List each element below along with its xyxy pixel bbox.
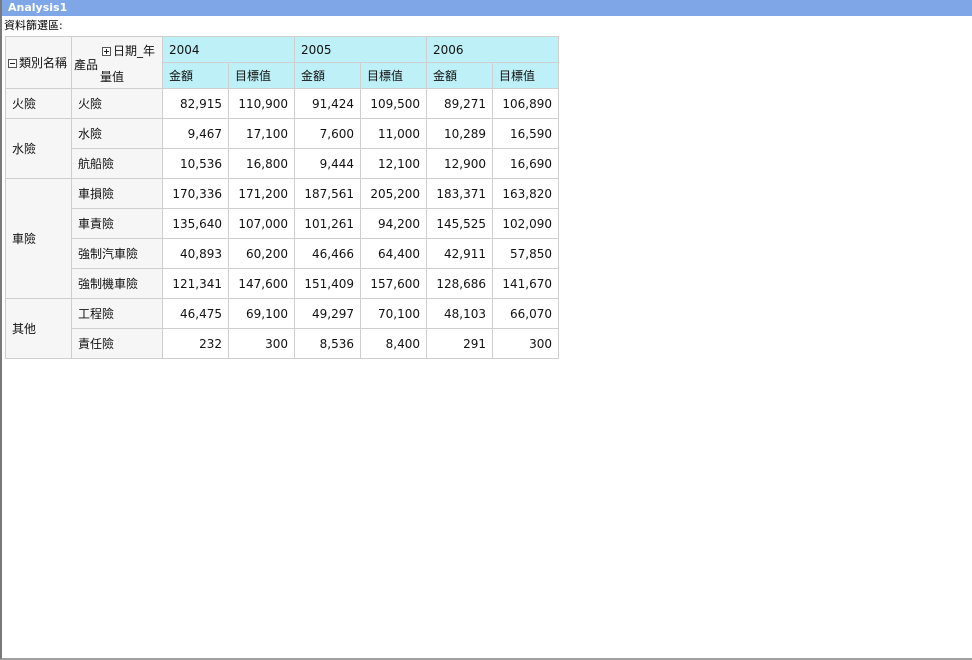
category-cell[interactable]: 水險 xyxy=(5,118,72,179)
value-cell: 101,261 xyxy=(294,208,361,239)
value-cell: 17,100 xyxy=(228,118,295,149)
year-header[interactable]: 2005 xyxy=(294,36,427,63)
value-cell: 40,893 xyxy=(162,238,229,269)
value-cell: 11,000 xyxy=(360,118,427,149)
category-cell[interactable]: 火險 xyxy=(5,88,72,119)
product-cell[interactable]: 工程險 xyxy=(71,298,163,329)
value-cell: 69,100 xyxy=(228,298,295,329)
expand-icon[interactable] xyxy=(102,47,111,56)
table-row: 責任險 232 300 8,536 8,400 291 300 xyxy=(6,328,559,359)
table-row: 強制機車險 121,341 147,600 151,409 157,600 128,686… xyxy=(6,268,559,299)
value-cell: 170,336 xyxy=(162,178,229,209)
value-cell: 49,297 xyxy=(294,298,361,329)
value-cell: 8,400 xyxy=(360,328,427,359)
table-row: 水險 水險 9,467 17,100 7,600 11,000 10,289 16,590 xyxy=(5,118,559,179)
value-cell: 128,686 xyxy=(426,268,493,299)
value-cell: 9,444 xyxy=(294,148,361,179)
value-cell: 135,640 xyxy=(162,208,229,239)
product-cell[interactable]: 車損險 xyxy=(71,178,163,209)
table-row: 火險 火險 82,915 110,900 91,424 109,500 89,271 106,… xyxy=(5,88,559,119)
value-cell: 12,100 xyxy=(360,148,427,179)
column-field-label: 日期_年 xyxy=(113,44,156,58)
measure-header: 目標值 xyxy=(228,62,295,89)
window-title: Analysis1 xyxy=(2,0,972,16)
measure-header: 目標值 xyxy=(492,62,559,89)
table-row: 車責險 135,640 107,000 101,261 94,200 145,525 102… xyxy=(6,208,559,239)
value-cell: 82,915 xyxy=(162,88,229,119)
value-cell: 64,400 xyxy=(360,238,427,269)
value-cell: 8,536 xyxy=(294,328,361,359)
measure-header: 目標值 xyxy=(360,62,427,89)
column-field-header[interactable]: 日期_年 xyxy=(102,42,155,59)
table-row: 其他 工程險 46,475 69,100 49,297 70,100 48,103 66,07… xyxy=(5,298,559,359)
table-row: 強制汽車險 40,893 60,200 46,466 64,400 42,911 57,85… xyxy=(6,238,559,269)
value-cell: 141,670 xyxy=(492,268,559,299)
measure-header: 金額 xyxy=(162,62,229,89)
value-cell: 106,890 xyxy=(492,88,559,119)
value-cell: 102,090 xyxy=(492,208,559,239)
product-cell[interactable]: 水險 xyxy=(71,118,163,149)
value-cell: 147,600 xyxy=(228,268,295,299)
analysis-window: Analysis1 資料篩選區: 類別名稱 產品 日期_年 量值 2004 20… xyxy=(0,0,972,660)
product-cell[interactable]: 火險 xyxy=(71,88,163,119)
product-cell[interactable]: 強制機車險 xyxy=(71,268,163,299)
value-cell: 300 xyxy=(492,328,559,359)
value-cell: 205,200 xyxy=(360,178,427,209)
value-cell: 109,500 xyxy=(360,88,427,119)
value-cell: 12,900 xyxy=(426,148,493,179)
value-cell: 151,409 xyxy=(294,268,361,299)
product-cell[interactable]: 車責險 xyxy=(71,208,163,239)
value-cell: 10,536 xyxy=(162,148,229,179)
value-cell: 10,289 xyxy=(426,118,493,149)
category-cell[interactable]: 車險 xyxy=(5,178,72,299)
value-cell: 16,590 xyxy=(492,118,559,149)
filter-area-label[interactable]: 資料篩選區: xyxy=(4,19,63,33)
value-cell: 163,820 xyxy=(492,178,559,209)
value-cell: 187,561 xyxy=(294,178,361,209)
value-cell: 60,200 xyxy=(228,238,295,269)
value-cell: 107,000 xyxy=(228,208,295,239)
value-cell: 232 xyxy=(162,328,229,359)
value-cell: 300 xyxy=(228,328,295,359)
table-row: 航船險 10,536 16,800 9,444 12,100 12,900 16,690 xyxy=(6,148,559,179)
table-row: 車險 車損險 170,336 171,200 187,561 205,200 183,371… xyxy=(5,178,559,299)
value-cell: 48,103 xyxy=(426,298,493,329)
value-cell: 42,911 xyxy=(426,238,493,269)
measure-header: 金額 xyxy=(426,62,493,89)
value-cell: 57,850 xyxy=(492,238,559,269)
value-cell: 66,070 xyxy=(492,298,559,329)
value-cell: 70,100 xyxy=(360,298,427,329)
value-cell: 89,271 xyxy=(426,88,493,119)
value-cell: 94,200 xyxy=(360,208,427,239)
product-and-date-header: 產品 日期_年 量值 xyxy=(71,36,163,89)
pivot-table: 類別名稱 產品 日期_年 量值 2004 2005 2006 金額 目標值 金額… xyxy=(5,36,559,359)
value-cell: 46,475 xyxy=(162,298,229,329)
row-field-category-label: 類別名稱 xyxy=(19,56,68,70)
value-cell: 183,371 xyxy=(426,178,493,209)
category-cell[interactable]: 其他 xyxy=(5,298,72,359)
row-field-product-label[interactable]: 產品 xyxy=(74,56,98,73)
value-cell: 110,900 xyxy=(228,88,295,119)
value-cell: 145,525 xyxy=(426,208,493,239)
value-cell: 91,424 xyxy=(294,88,361,119)
value-cell: 16,690 xyxy=(492,148,559,179)
measure-header: 金額 xyxy=(294,62,361,89)
value-cell: 157,600 xyxy=(360,268,427,299)
product-cell[interactable]: 強制汽車險 xyxy=(71,238,163,269)
value-cell: 9,467 xyxy=(162,118,229,149)
row-field-category-header[interactable]: 類別名稱 xyxy=(5,36,72,89)
collapse-icon[interactable] xyxy=(8,59,17,68)
value-cell: 291 xyxy=(426,328,493,359)
value-cell: 46,466 xyxy=(294,238,361,269)
year-header[interactable]: 2006 xyxy=(426,36,559,63)
product-cell[interactable]: 責任險 xyxy=(71,328,163,359)
value-cell: 171,200 xyxy=(228,178,295,209)
product-cell[interactable]: 航船險 xyxy=(71,148,163,179)
value-cell: 7,600 xyxy=(294,118,361,149)
value-cell: 16,800 xyxy=(228,148,295,179)
value-cell: 121,341 xyxy=(162,268,229,299)
year-header[interactable]: 2004 xyxy=(162,36,295,63)
measure-field-label[interactable]: 量值 xyxy=(100,68,124,85)
